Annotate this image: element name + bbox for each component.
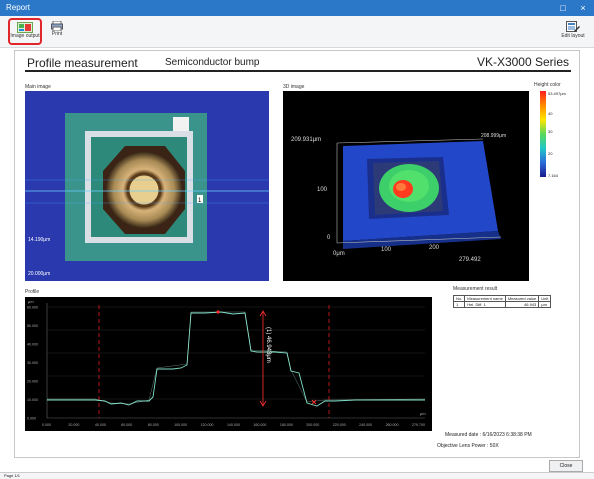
objective-lens-power: Objective Lens Power : 50X [437,443,499,449]
report-subtitle: Semiconductor bump [165,57,260,68]
x-ticks: 0.000 20.000 40.000 60.000 80.000 100.000 120.… [42,423,425,427]
height-color-bottom: 7.164 [548,173,559,178]
profile-graphic: 60.000 50.000 40.000 30.000 20.000 10.000 0.00… [27,299,426,427]
profile-curve [47,311,425,407]
x-unit-label: μm [420,411,426,416]
y-tick-label: 60.000 [27,306,38,310]
3d-x-zero-label: 0μm [333,251,345,257]
height-color-40: 40 [548,111,553,116]
cell-unit: μm [538,301,552,308]
status-bar: Page 1/1 [0,472,594,479]
window-title: Report [6,3,31,12]
height-color-20: 20 [548,151,553,156]
y-tick-label: 10.000 [27,398,38,402]
3d-z-zero-label: 0 [327,235,331,241]
measured-date: Measured date : 6/16/2023 6:38:38 PM [445,432,532,438]
y-ticks: 60.000 50.000 40.000 30.000 20.000 10.000 0.00… [27,306,38,421]
x-tick-label: 220.000 [333,423,346,427]
x-tick-label: 20.000 [68,423,79,427]
x-tick-label: 60.000 [121,423,132,427]
edit-layout-label: Edit layout [561,33,585,39]
edit-layout-button[interactable]: Edit layout [558,18,588,39]
x-tick-label: 140.000 [227,423,240,427]
report-page[interactable]: Profile measurement Semiconductor bump V… [14,50,580,458]
y-tick-label: 20.000 [27,380,38,384]
3d-z-top-label: 209.931μm [291,137,321,143]
title-bar: Report □ × [0,0,594,16]
x-tick-label: 40.000 [95,423,106,427]
x-tick-label: 160.000 [253,423,266,427]
x-tick-label: 100.000 [174,423,187,427]
height-color-bar [540,91,546,177]
scale-label-1: 14.190μm [28,237,50,243]
table-row[interactable]: 1 Hei. Diff. 1 46.943 μm [452,301,552,308]
3d-image[interactable]: 209.931μm 100 0 0μm 100 200 279.492 208.… [283,91,529,281]
3d-image-graphic: 209.931μm 100 0 0μm 100 200 279.492 208.… [291,133,506,263]
cell-no: 1 [452,301,466,308]
header-value: Measured value [504,295,540,302]
measure-point-bottom[interactable] [311,399,317,405]
measurement-result-table: No. Measurement name Measured value Unit… [452,295,552,308]
profile-label: Profile [25,289,40,295]
series-name: VK-X3000 Series [476,55,569,69]
y-tick-label: 0.000 [27,417,36,421]
cell-value: 46.943 [504,301,540,308]
y-tick-label: 50.000 [27,324,38,328]
report-title: Profile measurement [27,56,138,70]
print-label: Print [51,31,63,37]
image-output-icon [17,22,33,33]
main-image-graphic: 1 14.190μm 20.000μm [25,91,269,281]
3d-x-100-label: 100 [381,247,392,253]
scale-label-2: 20.000μm [28,271,50,277]
profile-chart[interactable]: 60.000 50.000 40.000 30.000 20.000 10.000 0.00… [25,297,432,431]
x-tick-label: 0.000 [42,423,51,427]
x-tick-label: 279.700 [412,423,425,427]
height-color-top: 53.497μm [548,91,566,96]
page-indicator: Page 1/1 [4,473,21,478]
y-tick-label: 30.000 [27,361,38,365]
3d-x-200-label: 200 [429,245,440,251]
x-tick-label: 180.000 [280,423,293,427]
height-diff-label: (1) 46.943μm [265,327,271,363]
3d-z-mid-label: 100 [317,187,328,193]
x-tick-label: 260.000 [386,423,399,427]
cell-name: Hei. Diff. 1 [464,301,506,308]
report-header: Profile measurement Semiconductor bump V… [25,54,571,72]
3d-image-label: 3D image [283,84,305,90]
header-name: Measurement name [464,295,506,302]
3d-y-end-label: 208.999μm [481,133,506,139]
edit-layout-icon [566,21,580,32]
height-color-30: 30 [548,129,553,134]
minimize-button[interactable]: □ [556,2,570,14]
main-image-label: Main image [25,84,51,90]
x-tick-label: 120.000 [201,423,214,427]
image-output-button[interactable]: Image output [8,18,42,45]
close-window-button[interactable]: × [576,2,590,14]
image-output-label: Image output [10,33,40,39]
height-color-label: Height color [534,82,561,88]
toolbar: Image output Print Edit layout [0,16,594,48]
main-image[interactable]: 1 14.190μm 20.000μm [25,91,269,281]
x-tick-label: 200.000 [306,423,319,427]
3d-x-end-label: 279.492 [459,257,481,263]
y-tick-label: 40.000 [27,343,38,347]
print-button[interactable]: Print [48,18,66,37]
y-unit-label: μm [28,299,34,304]
x-tick-label: 80.000 [148,423,159,427]
measurement-result-label: Measurement result [453,286,498,292]
print-icon [51,21,63,31]
close-button[interactable]: Close [549,460,583,472]
x-tick-label: 240.000 [359,423,372,427]
measure-point-top[interactable] [216,310,220,314]
